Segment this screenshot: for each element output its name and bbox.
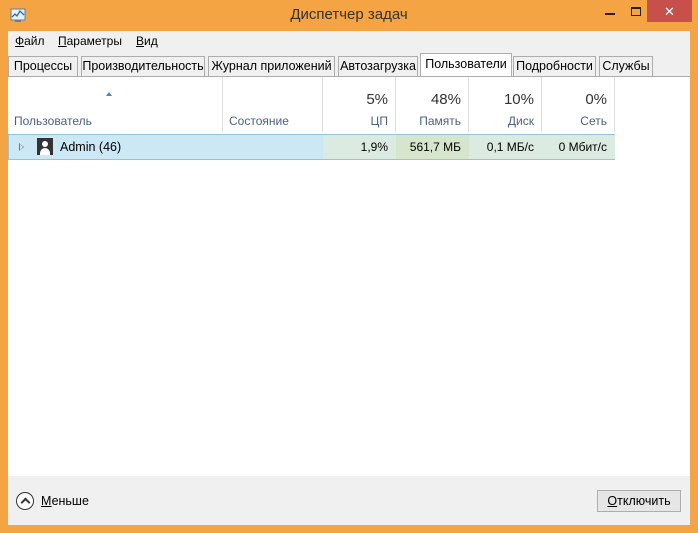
disconnect-accel: О <box>607 494 618 508</box>
row-disk-value: 0,1 МБ/с <box>469 135 542 159</box>
menu-bar: Файл Параметры Вид <box>8 31 690 52</box>
client-area: Файл Параметры Вид Процессы Производител… <box>8 31 690 525</box>
fewer-details-label: Меньше <box>41 494 89 508</box>
network-total-percent: 0% <box>585 91 607 108</box>
maximize-button[interactable] <box>623 0 649 22</box>
column-header-cpu-label: ЦП <box>370 114 388 128</box>
table-row[interactable]: Admin (46) 1,9% 561,7 МБ 0,1 МБ/с 0 Мбит… <box>8 134 615 160</box>
minimize-icon <box>605 13 615 15</box>
column-header-user-label: Пользователь <box>14 114 92 128</box>
column-header-cpu[interactable]: 5% ЦП <box>323 77 396 132</box>
tab-strip: Процессы Производительность Журнал прило… <box>8 53 690 76</box>
column-header-disk[interactable]: 10% Диск <box>469 77 542 132</box>
menu-file-label: айл <box>24 34 45 48</box>
tab-details[interactable]: Подробности <box>513 56 596 76</box>
menu-view[interactable]: Вид <box>136 34 158 48</box>
close-icon: ✕ <box>664 3 675 19</box>
disk-total-percent: 10% <box>503 91 534 108</box>
maximize-icon <box>631 6 641 16</box>
disconnect-button[interactable]: Отключить <box>597 490 681 512</box>
menu-file-accel: Ф <box>15 34 25 48</box>
tab-services[interactable]: Службы <box>599 56 653 76</box>
title-bar[interactable]: Диспетчер задач ✕ <box>0 0 698 31</box>
sort-ascending-icon <box>106 92 112 96</box>
tab-startup[interactable]: Автозагрузка <box>338 56 418 76</box>
minimize-button[interactable] <box>597 0 623 22</box>
user-icon <box>37 138 53 155</box>
tab-app-history[interactable]: Журнал приложений <box>208 56 335 76</box>
cpu-total-percent: 5% <box>366 91 388 108</box>
menu-options[interactable]: Параметры <box>58 34 122 48</box>
column-header-network[interactable]: 0% Сеть <box>542 77 615 132</box>
tab-users[interactable]: Пользователи <box>420 53 512 76</box>
column-header-state[interactable]: Состояние <box>223 77 323 132</box>
menu-file[interactable]: Файл <box>15 34 45 48</box>
column-header-memory-label: Память <box>419 114 461 128</box>
users-table: Пользователь Состояние 5% ЦП 48% Память … <box>8 76 690 476</box>
row-network-value: 0 Мбит/с <box>542 135 615 159</box>
row-cpu-value: 1,9% <box>323 135 396 159</box>
menu-view-accel: В <box>136 34 145 48</box>
column-header-memory[interactable]: 48% Память <box>396 77 469 132</box>
column-header-state-label: Состояние <box>229 114 289 128</box>
menu-view-label: ид <box>144 34 158 48</box>
disconnect-label: тключить <box>617 494 671 508</box>
tab-performance[interactable]: Производительность <box>81 56 205 76</box>
column-header-network-label: Сеть <box>580 114 607 128</box>
menu-options-label: араметры <box>66 34 122 48</box>
fewer-details-button[interactable]: Меньше <box>16 491 89 511</box>
tab-processes[interactable]: Процессы <box>8 56 78 76</box>
column-header-disk-label: Диск <box>507 114 534 128</box>
expand-arrow-icon[interactable] <box>19 143 24 151</box>
column-header-user[interactable]: Пользователь <box>8 77 223 132</box>
row-user-name: Admin (46) <box>60 140 122 154</box>
menu-options-accel: П <box>58 34 67 48</box>
task-manager-window: Диспетчер задач ✕ Файл Параметры Вид Про… <box>0 0 698 533</box>
memory-total-percent: 48% <box>430 91 461 108</box>
footer-bar: Меньше Отключить <box>8 477 690 525</box>
row-memory-value: 561,7 МБ <box>396 135 469 159</box>
close-button[interactable]: ✕ <box>647 0 692 22</box>
window-title: Диспетчер задач <box>290 6 408 23</box>
chevron-up-icon <box>16 492 34 510</box>
